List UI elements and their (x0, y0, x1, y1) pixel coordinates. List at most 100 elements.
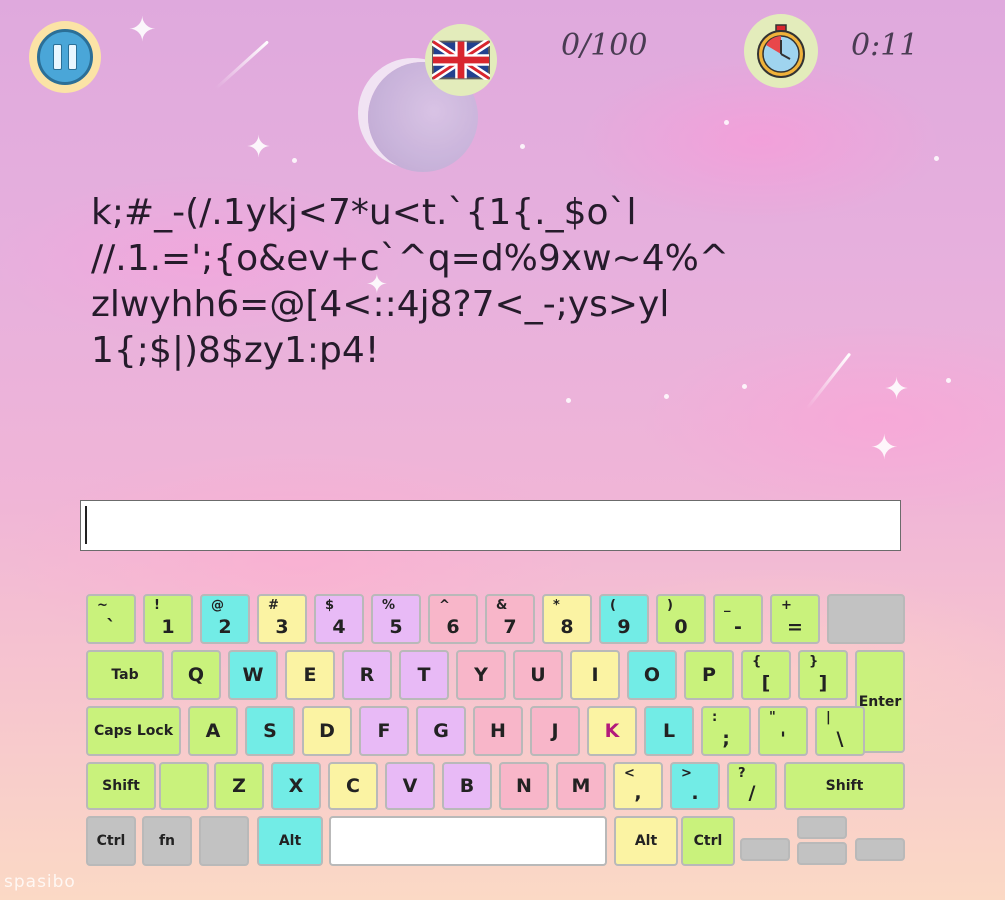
key-i[interactable]: I (570, 650, 620, 700)
key-label: H (490, 720, 506, 742)
key-e[interactable]: E (285, 650, 335, 700)
key-u[interactable]: U (513, 650, 563, 700)
key-shift-label: ( (610, 598, 616, 613)
key-h[interactable]: H (473, 706, 523, 756)
key-j[interactable]: J (530, 706, 580, 756)
key-s[interactable]: S (245, 706, 295, 756)
key-l[interactable]: L (644, 706, 694, 756)
star-dot (520, 144, 525, 149)
key-q[interactable]: Q (171, 650, 221, 700)
key-blank[interactable] (159, 762, 209, 810)
key-b[interactable]: B (442, 762, 492, 810)
typing-input[interactable] (80, 500, 901, 551)
pause-button[interactable] (29, 21, 101, 93)
key-n[interactable]: N (499, 762, 549, 810)
key-caps-lock[interactable]: Caps Lock (86, 706, 181, 756)
key-alt[interactable]: Alt (614, 816, 678, 866)
key-symbol[interactable]: ? / (727, 762, 777, 810)
key-label: Shift (825, 778, 864, 794)
key-shift-label: @ (211, 598, 224, 613)
key-shift[interactable]: Shift (784, 762, 905, 810)
star-dot (934, 156, 939, 161)
key-a[interactable]: A (188, 706, 238, 756)
key-symbol[interactable]: $4 (314, 594, 364, 644)
timer-badge (744, 14, 818, 88)
key-x[interactable]: X (271, 762, 321, 810)
key-label: E (303, 664, 317, 686)
key-base-label: = (787, 616, 803, 638)
key-c[interactable]: C (328, 762, 378, 810)
key-symbol[interactable]: % 5 (371, 594, 421, 644)
key-shift[interactable]: Shift (86, 762, 156, 810)
key-fn[interactable]: fn (142, 816, 192, 866)
key-label: fn (158, 833, 176, 849)
key-ctrl[interactable]: Ctrl (681, 816, 735, 866)
key-f[interactable]: F (359, 706, 409, 756)
key-symbol[interactable]: * 8 (542, 594, 592, 644)
key-symbol[interactable]: (9 (599, 594, 649, 644)
key-blank[interactable] (329, 816, 607, 866)
key-o[interactable]: O (627, 650, 677, 700)
key-symbol[interactable]: }] (798, 650, 848, 700)
key-shift-label: ^ (439, 598, 450, 613)
sparkle-icon: ✦ (884, 372, 910, 407)
key-blank[interactable] (855, 838, 905, 861)
key-base-label: . (691, 782, 699, 804)
key-z[interactable]: Z (214, 762, 264, 810)
passage-line: 1{;$|)8$zy1:p4! (91, 330, 380, 371)
key-base-label: 5 (389, 616, 403, 638)
key-symbol[interactable]: & 7 (485, 594, 535, 644)
key-g[interactable]: G (416, 706, 466, 756)
key-symbol[interactable]: {[ (741, 650, 791, 700)
key-symbol[interactable]: :; (701, 706, 751, 756)
key-blank[interactable] (797, 816, 847, 839)
key-p[interactable]: P (684, 650, 734, 700)
key-tab[interactable]: Tab (86, 650, 164, 700)
language-button[interactable] (425, 24, 497, 96)
key-label: Shift (102, 778, 140, 794)
key-label: W (242, 664, 264, 686)
key-shift-label: % (382, 598, 396, 613)
key-blank[interactable] (199, 816, 249, 866)
key-label: Caps Lock (93, 723, 174, 739)
key-label: P (702, 664, 716, 686)
key-symbol[interactable]: ) 0 (656, 594, 706, 644)
key-symbol[interactable]: >. (670, 762, 720, 810)
key-m[interactable]: M (556, 762, 606, 810)
key-symbol[interactable]: <, (613, 762, 663, 810)
star-dot (946, 378, 951, 383)
key-label: X (288, 775, 304, 797)
game-background: ✦ ✦ ✦ ✦ ✦ 0/100 0:11 k;#_-(/.1ykj<7*u<t.… (0, 0, 1005, 900)
key-label: R (359, 664, 375, 686)
key-symbol[interactable]: @2 (200, 594, 250, 644)
key-blank[interactable] (740, 838, 790, 861)
key-blank[interactable] (797, 842, 847, 865)
key-symbol[interactable]: ~ ` (86, 594, 136, 644)
key-symbol[interactable]: | \ (815, 706, 865, 756)
key-label: O (643, 664, 661, 686)
key-alt[interactable]: Alt (257, 816, 323, 866)
key-symbol[interactable]: ^ 6 (428, 594, 478, 644)
key-symbol[interactable]: " ' (758, 706, 808, 756)
key-label: B (459, 775, 475, 797)
passage-line: //.1.=';{o&ev+c`^q=d%9xw~4%^ (91, 238, 729, 279)
key-base-label: 3 (275, 616, 289, 638)
key-symbol[interactable]: _ - (713, 594, 763, 644)
key-symbol[interactable]: ! 1 (143, 594, 193, 644)
key-k[interactable]: K (587, 706, 637, 756)
key-shift-label: + (781, 598, 792, 613)
key-d[interactable]: D (302, 706, 352, 756)
key-label: Alt (634, 833, 658, 849)
key-t[interactable]: T (399, 650, 449, 700)
key-symbol[interactable]: + = (770, 594, 820, 644)
key-label: C (346, 775, 360, 797)
key-w[interactable]: W (228, 650, 278, 700)
key-symbol[interactable]: #3 (257, 594, 307, 644)
key-y[interactable]: Y (456, 650, 506, 700)
sparkle-icon: ✦ (128, 10, 157, 50)
key-base-label: ' (780, 728, 786, 750)
key-v[interactable]: V (385, 762, 435, 810)
key-r[interactable]: R (342, 650, 392, 700)
key-backspace[interactable] (827, 594, 905, 644)
key-ctrl[interactable]: Ctrl (86, 816, 136, 866)
